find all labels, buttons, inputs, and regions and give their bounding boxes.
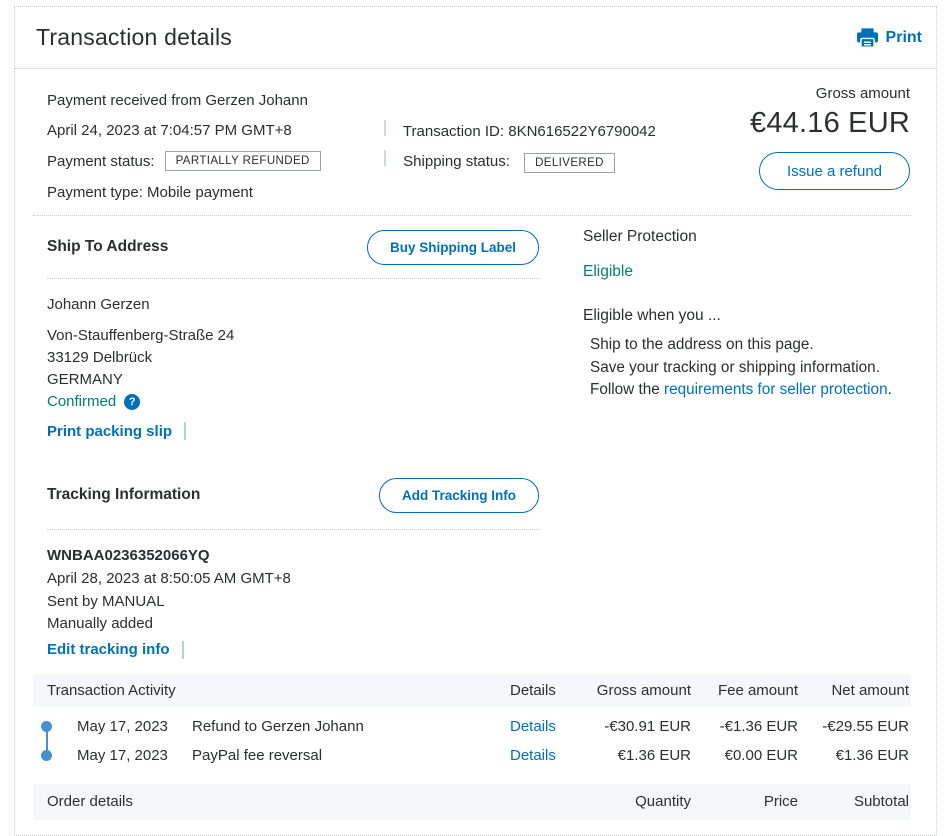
- seller-protection-subtitle: Eligible when you ...: [583, 306, 911, 325]
- address-country: GERMANY: [47, 369, 539, 391]
- row-date: May 17, 2023: [77, 747, 192, 764]
- timeline-line: [46, 726, 48, 755]
- payment-type: Payment type: Mobile payment: [47, 184, 384, 201]
- row-net: -€29.55 EUR: [798, 718, 909, 735]
- edit-tracking-link[interactable]: Edit tracking info: [47, 641, 170, 658]
- address-city: 33129 Delbrück: [47, 347, 539, 369]
- transaction-activity-table: Transaction Activity Details Gross amoun…: [33, 674, 911, 820]
- seller-protection-item: Follow the requirements for seller prote…: [590, 379, 911, 402]
- divider-bar: [184, 422, 186, 440]
- seller-protection-requirements-link[interactable]: requirements for seller protection: [664, 381, 888, 398]
- recipient-name: Johann Gerzen: [47, 296, 539, 313]
- shipping-status-badge: DELIVERED: [524, 153, 615, 173]
- payment-status-badge: PARTIALLY REFUNDED: [165, 151, 321, 171]
- issue-refund-button[interactable]: Issue a refund: [759, 152, 910, 190]
- order-details-header: Order details Quantity Price Subtotal: [33, 784, 911, 820]
- print-packing-slip-link[interactable]: Print packing slip: [47, 423, 172, 440]
- payment-received-from: Payment received from Gerzen Johann: [47, 92, 384, 109]
- activity-header-row: Transaction Activity Details Gross amoun…: [33, 674, 911, 707]
- divider-bar: [384, 150, 386, 166]
- seller-protection-item: Save your tracking or shipping informati…: [590, 357, 911, 380]
- page-title: Transaction details: [36, 24, 232, 51]
- tracking-divider: [47, 529, 539, 530]
- col-header-subtotal: Subtotal: [798, 793, 909, 810]
- gross-amount-value: €44.16 EUR: [750, 107, 910, 140]
- gross-amount-panel: Gross amount €44.16 EUR Issue a refund: [750, 85, 910, 190]
- row-fee: -€1.36 EUR: [691, 718, 798, 735]
- details-link[interactable]: Details: [510, 747, 556, 764]
- ship-to-title: Ship To Address: [47, 238, 168, 256]
- printer-icon: [857, 28, 878, 48]
- table-row: May 17, 2023 Refund to Gerzen Johann Det…: [33, 712, 911, 741]
- tracking-number: WNBAA0236352066YQ: [47, 546, 539, 566]
- ship-to-header: Ship To Address Buy Shipping Label: [47, 216, 539, 278]
- buy-shipping-label-button[interactable]: Buy Shipping Label: [367, 230, 539, 265]
- tracking-method: Manually added: [47, 613, 539, 636]
- activity-body: May 17, 2023 Refund to Gerzen Johann Det…: [33, 707, 911, 770]
- address-confirmed-row: Confirmed ?: [47, 391, 539, 413]
- activity-title: Transaction Activity: [33, 682, 510, 699]
- tracking-title: Tracking Information: [47, 486, 200, 504]
- col-header-quantity: Quantity: [590, 793, 691, 810]
- divider-bar: [384, 120, 386, 136]
- transaction-details-card: Transaction details Print Payment receiv…: [14, 6, 937, 836]
- row-description: Refund to Gerzen Johann: [192, 718, 510, 735]
- shipping-column: Ship To Address Buy Shipping Label Johan…: [47, 216, 539, 660]
- tracking-block: April 28, 2023 at 8:50:05 AM GMT+8 Sent …: [47, 568, 539, 636]
- print-packing-slip-row: Print packing slip: [47, 421, 539, 441]
- row-gross: -€30.91 EUR: [590, 718, 691, 735]
- payment-date: April 24, 2023 at 7:04:57 PM GMT+8: [47, 122, 384, 139]
- col-header-gross: Gross amount: [590, 682, 691, 699]
- ship-to-divider: [47, 278, 539, 279]
- seller-protection-title: Seller Protection: [583, 227, 911, 246]
- shipping-status-label: Shipping status:: [403, 153, 510, 170]
- details-link[interactable]: Details: [510, 718, 556, 735]
- address-street: Von-Stauffenberg-Straße 24: [47, 325, 539, 347]
- tracking-sent-by: Sent by MANUAL: [47, 591, 539, 614]
- seller-protection-panel: Seller Protection Eligible Eligible when…: [583, 216, 911, 660]
- payment-summary: Payment received from Gerzen Johann Apri…: [33, 85, 911, 215]
- address-block: Von-Stauffenberg-Straße 24 33129 Delbrüc…: [47, 325, 539, 413]
- seller-protection-list: Ship to the address on this page. Save y…: [583, 334, 911, 402]
- edit-tracking-row: Edit tracking info: [47, 640, 539, 660]
- divider-bar: [182, 641, 184, 659]
- row-gross: €1.36 EUR: [590, 747, 691, 764]
- print-button[interactable]: Print: [857, 28, 922, 48]
- col-header-price: Price: [691, 793, 798, 810]
- card-content: Payment received from Gerzen Johann Apri…: [15, 69, 936, 820]
- print-label: Print: [886, 29, 922, 47]
- col-header-net: Net amount: [798, 682, 909, 699]
- row-fee: €0.00 EUR: [691, 747, 798, 764]
- row-description: PayPal fee reversal: [192, 747, 510, 764]
- col-header-details: Details: [510, 682, 590, 699]
- order-details-title: Order details: [33, 793, 510, 810]
- tracking-date: April 28, 2023 at 8:50:05 AM GMT+8: [47, 568, 539, 591]
- tracking-header: Tracking Information Add Tracking Info: [47, 461, 539, 529]
- seller-protection-status: Eligible: [583, 262, 911, 281]
- row-net: €1.36 EUR: [798, 747, 909, 764]
- card-header: Transaction details Print: [15, 7, 936, 69]
- payment-status-label: Payment status:: [47, 153, 155, 170]
- row-date: May 17, 2023: [77, 718, 192, 735]
- seller-protection-item: Ship to the address on this page.: [590, 334, 911, 357]
- col-header-fee: Fee amount: [691, 682, 798, 699]
- transaction-id: Transaction ID: 8KN616522Y6790042: [403, 123, 656, 140]
- add-tracking-info-button[interactable]: Add Tracking Info: [379, 478, 539, 513]
- help-icon[interactable]: ?: [124, 394, 140, 410]
- gross-amount-label: Gross amount: [816, 85, 910, 102]
- confirmed-label: Confirmed: [47, 391, 116, 413]
- table-row: May 17, 2023 PayPal fee reversal Details…: [33, 741, 911, 770]
